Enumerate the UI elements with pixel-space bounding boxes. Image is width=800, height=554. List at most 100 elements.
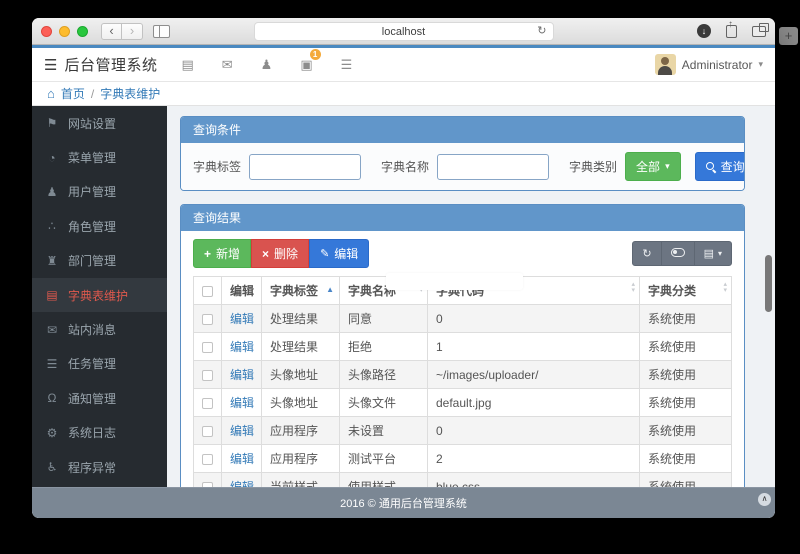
row-checkbox[interactable] xyxy=(202,482,213,487)
breadcrumb-separator: / xyxy=(91,87,94,101)
row-checkbox[interactable] xyxy=(202,398,213,409)
bank-icon: ♜ xyxy=(45,254,59,268)
table-row: 编辑 处理结果 同意 0 系统使用 xyxy=(194,305,732,333)
close-window-button[interactable] xyxy=(41,26,52,37)
table-row: 编辑 处理结果 拒绝 1 系统使用 xyxy=(194,333,732,361)
bell-icon: Ω xyxy=(45,391,59,405)
row-checkbox[interactable] xyxy=(202,314,213,325)
scrollbar-thumb[interactable] xyxy=(765,255,772,312)
row-edit-link[interactable]: 编辑 xyxy=(230,340,254,354)
dict-tag-input[interactable] xyxy=(249,154,361,180)
table-row: 编辑 当前样式 使用样式 blue.css 系统使用 xyxy=(194,473,732,488)
sidebar-item[interactable]: ⚙ 系统日志 xyxy=(32,416,167,450)
sidebar-item[interactable]: Ω 通知管理 xyxy=(32,381,167,415)
navbar-icon-group: ▤ ✉ ♟ ▣1 ☰ xyxy=(181,57,352,73)
row-checkbox[interactable] xyxy=(202,426,213,437)
row-edit-link[interactable]: 编辑 xyxy=(230,312,254,326)
toggle-view-button[interactable] xyxy=(661,241,695,266)
dict-tag-label: 字典标签 xyxy=(193,158,241,175)
row-edit-link[interactable]: 编辑 xyxy=(230,424,254,438)
sidebar-item[interactable]: ⚑ 网站设置 xyxy=(32,106,167,140)
toggle-icon xyxy=(671,248,685,257)
menu-toggle-icon[interactable]: ☰ xyxy=(44,56,57,74)
columns-button[interactable]: ▤▾ xyxy=(694,241,732,266)
background-new-tab-button[interactable]: + xyxy=(779,27,798,45)
sidebar-item[interactable]: ◔ 菜单管理 xyxy=(32,140,167,174)
content-area: ⚑ 网站设置 ◔ 菜单管理 ♟ 用户管理 ∴ 角色管理 ♜ 部门管理 ▤ 字典表… xyxy=(32,106,775,487)
sidebar-item[interactable]: ▤ 字典表维护 xyxy=(32,278,167,312)
user-add-icon[interactable]: ♟ xyxy=(261,57,273,73)
columns-icon: ▤ xyxy=(704,247,714,260)
tasks-icon: ☰ xyxy=(45,357,59,371)
browser-toolbar: ‹ › localhost ↻ ↓ ↑ xyxy=(32,18,775,45)
row-edit-link[interactable]: 编辑 xyxy=(230,480,254,487)
add-button[interactable]: +新增 xyxy=(193,239,251,268)
column-header-edit[interactable]: 编辑 xyxy=(222,277,262,305)
sidebar-item-label: 系统日志 xyxy=(68,424,116,441)
sidebar-item-label: 网站设置 xyxy=(68,115,116,132)
cell-dict-code: blue.css xyxy=(428,473,640,488)
minimize-window-button[interactable] xyxy=(59,26,70,37)
sidebar-item[interactable]: ♟ 用户管理 xyxy=(32,175,167,209)
table-row: 编辑 头像地址 头像路径 ~/images/uploader/ 系统使用 xyxy=(194,361,732,389)
briefcase-icon[interactable]: ▣1 xyxy=(300,57,312,73)
show-tabs-icon[interactable] xyxy=(752,26,766,37)
sidebar-item[interactable]: ∴ 角色管理 xyxy=(32,209,167,243)
overlay-artifact xyxy=(386,273,523,290)
column-header-dict-category[interactable]: 字典分类▴▾ xyxy=(640,277,732,305)
sidebar-item[interactable]: ♜ 部门管理 xyxy=(32,244,167,278)
sidebar-toggle-icon[interactable] xyxy=(153,25,170,38)
breadcrumb-home-link[interactable]: 首页 xyxy=(61,85,85,102)
category-dropdown-button[interactable]: 全部▾ xyxy=(625,152,681,181)
book-icon: ▤ xyxy=(45,288,59,302)
mail-icon[interactable]: ✉ xyxy=(222,57,233,73)
user-menu[interactable]: Administrator ▾ xyxy=(655,54,763,75)
sidebar-item[interactable]: ♿ 程序异常 xyxy=(32,450,167,484)
sidebar-item[interactable]: ☰ 任务管理 xyxy=(32,347,167,381)
address-bar[interactable]: localhost ↻ xyxy=(254,22,554,41)
sidebar-item-label: 通知管理 xyxy=(68,390,116,407)
query-panel-title: 查询条件 xyxy=(181,117,744,143)
dict-name-label: 字典名称 xyxy=(381,158,429,175)
avatar xyxy=(655,54,676,75)
pencil-icon: ✎ xyxy=(320,247,329,260)
row-edit-link[interactable]: 编辑 xyxy=(230,452,254,466)
search-button[interactable]: 查询 xyxy=(695,152,745,181)
row-checkbox[interactable] xyxy=(202,342,213,353)
share-icon[interactable]: ↑ xyxy=(726,25,737,38)
fullscreen-window-button[interactable] xyxy=(77,26,88,37)
database-icon[interactable]: ☰ xyxy=(341,57,353,73)
back-button[interactable]: ‹ xyxy=(101,23,122,40)
window-controls xyxy=(41,26,88,37)
chevron-down-icon: ▾ xyxy=(758,59,763,70)
delete-button[interactable]: ×删除 xyxy=(251,239,309,268)
footer-text: 2016 © 通用后台管理系统 xyxy=(340,495,467,511)
forward-button[interactable]: › xyxy=(122,23,143,40)
browser-window: ‹ › localhost ↻ ↓ ↑ ☰ 后台管理系统 ▤ ✉ ♟ ▣1 ☰ xyxy=(32,18,775,518)
refresh-button[interactable]: ↻ xyxy=(632,241,661,266)
cell-dict-code: 0 xyxy=(428,305,640,333)
row-checkbox[interactable] xyxy=(202,454,213,465)
row-checkbox[interactable] xyxy=(202,370,213,381)
sidebar-item[interactable]: ✉ 站内消息 xyxy=(32,312,167,346)
results-table: 编辑 字典标签▲ 字典名称▴▾ 字典代码▴▾ 字典分类▴▾ 编辑 处理结果 同意… xyxy=(193,276,732,487)
sitemap-icon: ∴ xyxy=(45,219,59,233)
column-header-dict-label[interactable]: 字典标签▲ xyxy=(262,277,340,305)
scroll-to-top-button[interactable]: ∧ xyxy=(758,493,771,506)
edit-button[interactable]: ✎编辑 xyxy=(309,239,369,268)
reload-icon[interactable]: ↻ xyxy=(537,24,546,37)
cell-dict-name: 同意 xyxy=(340,305,428,333)
user-icon: ♟ xyxy=(45,185,59,199)
sidebar-item-label: 程序异常 xyxy=(68,459,116,476)
chevron-down-icon: ▾ xyxy=(718,249,722,258)
table-row: 编辑 应用程序 未设置 0 系统使用 xyxy=(194,417,732,445)
dict-name-input[interactable] xyxy=(437,154,549,180)
query-panel: 查询条件 字典标签 字典名称 字典类别 全部▾ 查询 xyxy=(180,116,745,191)
panels-icon[interactable]: ▤ xyxy=(181,57,193,73)
select-all-checkbox[interactable] xyxy=(202,286,213,297)
cell-dict-label: 处理结果 xyxy=(262,305,340,333)
row-edit-link[interactable]: 编辑 xyxy=(230,396,254,410)
row-edit-link[interactable]: 编辑 xyxy=(230,368,254,382)
app-navbar: ☰ 后台管理系统 ▤ ✉ ♟ ▣1 ☰ Administrator ▾ xyxy=(32,48,775,82)
downloads-icon[interactable]: ↓ xyxy=(697,24,711,38)
